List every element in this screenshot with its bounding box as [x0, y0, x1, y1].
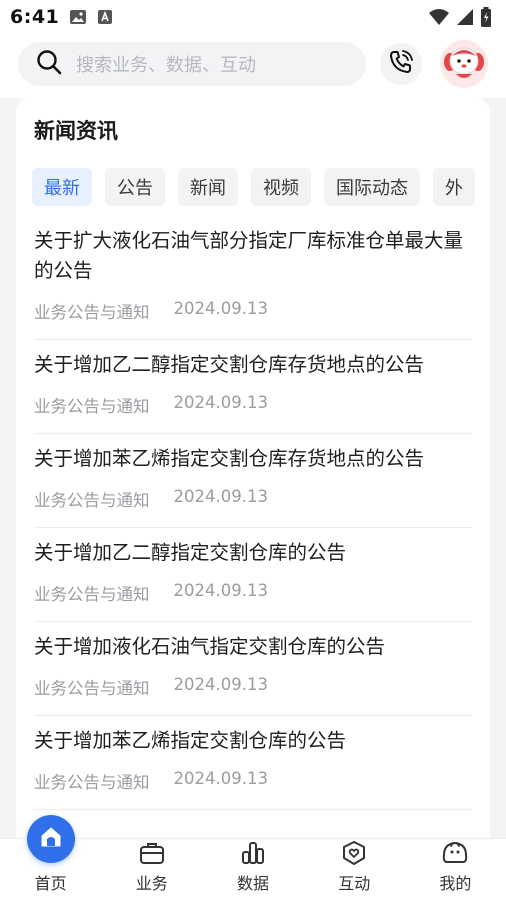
news-date: 2024.09.13 [173, 581, 268, 600]
nav-label: 我的 [439, 874, 472, 893]
news-category: 业务公告与通知 [34, 585, 150, 604]
nav-label: 数据 [237, 874, 270, 893]
nav-label: 互动 [338, 874, 371, 893]
home-icon [38, 824, 64, 854]
bar-chart-icon [239, 840, 267, 866]
news-date: 2024.09.13 [173, 393, 268, 412]
news-title: 关于增加苯乙烯指定交割仓库的公告 [34, 729, 347, 752]
news-title: 关于增加乙二醇指定交割仓库存货地点的公告 [34, 353, 425, 376]
nav-data[interactable]: 数据 [202, 839, 303, 900]
nav-home[interactable]: 首页 [0, 815, 101, 900]
mascot-avatar-icon [442, 40, 486, 88]
news-title: 关于增加乙二醇指定交割仓库的公告 [34, 541, 347, 564]
tab-videos[interactable]: 视频 [251, 168, 311, 206]
nav-business[interactable]: 业务 [101, 839, 202, 900]
news-title: 关于增加苯乙烯指定交割仓库存货地点的公告 [34, 447, 425, 470]
phone-call-button[interactable] [380, 43, 422, 85]
news-category: 业务公告与通知 [34, 303, 150, 322]
font-icon [97, 9, 113, 25]
nav-profile[interactable]: 我的 [405, 839, 506, 900]
search-placeholder: 搜索业务、数据、互动 [76, 55, 256, 76]
search-icon [36, 49, 62, 79]
nav-interaction[interactable]: 互动 [304, 839, 405, 900]
avatar[interactable] [440, 40, 488, 88]
news-date: 2024.09.13 [173, 299, 268, 318]
profile-icon [441, 840, 469, 866]
briefcase-icon [138, 840, 166, 866]
status-time: 6:41 [10, 6, 60, 28]
tab-announcements[interactable]: 公告 [105, 168, 165, 206]
news-category: 业务公告与通知 [34, 491, 150, 510]
news-date: 2024.09.13 [173, 675, 268, 694]
phone-call-icon [388, 49, 414, 79]
news-item[interactable]: 关于增加苯乙烯指定交割仓库存货地点的公告 业务公告与通知 2024.09.13 [34, 434, 472, 528]
tab-foreign[interactable]: 外 [433, 168, 475, 206]
tab-latest[interactable]: 最新 [32, 168, 92, 206]
news-item[interactable]: 关于增加苯乙烯指定交割仓库的公告 业务公告与通知 2024.09.13 [34, 716, 472, 810]
tab-international[interactable]: 国际动态 [324, 168, 420, 206]
wifi-icon [428, 8, 450, 26]
news-card: 新闻资讯 最新 公告 新闻 视频 国际动态 外 关于扩大液化石油气部分指定厂库标… [16, 98, 490, 838]
nav-label: 首页 [34, 874, 67, 893]
signal-icon [456, 8, 474, 26]
image-icon [69, 9, 87, 25]
news-item[interactable]: 关于增加液化石油气指定交割仓库的公告 业务公告与通知 2024.09.13 [34, 622, 472, 716]
home-fab[interactable] [27, 815, 75, 863]
bottom-nav: 首页 业务 数据 互动 我的 [0, 815, 506, 900]
search-input[interactable]: 搜索业务、数据、互动 [18, 42, 366, 86]
news-date: 2024.09.13 [173, 487, 268, 506]
news-category: 业务公告与通知 [34, 679, 150, 698]
tab-news[interactable]: 新闻 [178, 168, 238, 206]
news-tabs: 最新 公告 新闻 视频 国际动态 外 [32, 168, 480, 208]
news-date: 2024.09.13 [173, 769, 268, 788]
news-item[interactable]: 关于扩大液化石油气部分指定厂库标准仓单最大量的公告 业务公告与通知 2024.0… [34, 218, 472, 340]
news-item[interactable]: 关于增加乙二醇指定交割仓库存货地点的公告 业务公告与通知 2024.09.13 [34, 340, 472, 434]
top-bar: 搜索业务、数据、互动 [0, 34, 506, 98]
news-item[interactable]: 关于增加乙二醇指定交割仓库的公告 业务公告与通知 2024.09.13 [34, 528, 472, 622]
battery-icon [480, 7, 492, 27]
heart-chat-icon [340, 840, 368, 866]
news-list: 关于扩大液化石油气部分指定厂库标准仓单最大量的公告 业务公告与通知 2024.0… [34, 218, 472, 810]
news-title: 关于增加液化石油气指定交割仓库的公告 [34, 635, 386, 658]
news-category: 业务公告与通知 [34, 773, 150, 792]
news-category: 业务公告与通知 [34, 397, 150, 416]
news-title: 关于扩大液化石油气部分指定厂库标准仓单最大量的公告 [34, 229, 464, 282]
status-bar: 6:41 [0, 0, 506, 34]
nav-label: 业务 [135, 874, 168, 893]
section-title: 新闻资讯 [34, 119, 118, 143]
